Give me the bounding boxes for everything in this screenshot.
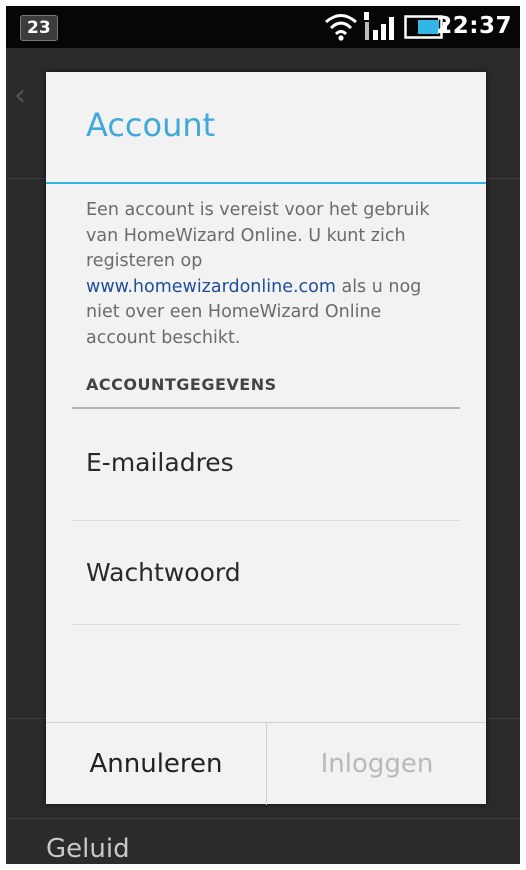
password-field-underline — [72, 624, 460, 625]
section-divider — [72, 407, 460, 409]
status-time: 22:37 — [436, 13, 512, 39]
notification-count-badge: 23 — [20, 15, 58, 41]
login-button[interactable]: Inloggen — [267, 723, 487, 805]
background-item-label: Geluid — [46, 834, 130, 864]
email-placeholder: E-mailadres — [86, 447, 234, 477]
password-field[interactable]: Wachtwoord — [72, 522, 460, 622]
cancel-button[interactable]: Annuleren — [46, 723, 266, 805]
account-dialog: Account Een account is vereist voor het … — [46, 72, 486, 805]
background-divider — [6, 818, 520, 819]
password-placeholder: Wachtwoord — [86, 557, 241, 587]
email-field[interactable]: E-mailadres — [72, 412, 460, 512]
email-field-underline — [72, 520, 460, 521]
description-text: Een account is vereist voor het gebruik … — [86, 200, 430, 271]
back-icon: ‹ — [14, 78, 26, 113]
wifi-icon — [325, 14, 357, 41]
signal-icon — [364, 12, 394, 40]
registration-link[interactable]: www.homewizardonline.com — [86, 277, 336, 297]
title-divider — [46, 182, 486, 184]
section-header: ACCOUNTGEGEVENS — [86, 375, 277, 394]
status-bar: 23 22:37 — [6, 6, 520, 48]
dialog-description: Een account is vereist voor het gebruik … — [86, 198, 446, 351]
dialog-button-bar: Annuleren Inloggen — [46, 722, 486, 805]
device-screen: 23 22:37 ‹ Geluid Account Een account is… — [6, 6, 520, 864]
dialog-title: Account — [86, 106, 216, 144]
